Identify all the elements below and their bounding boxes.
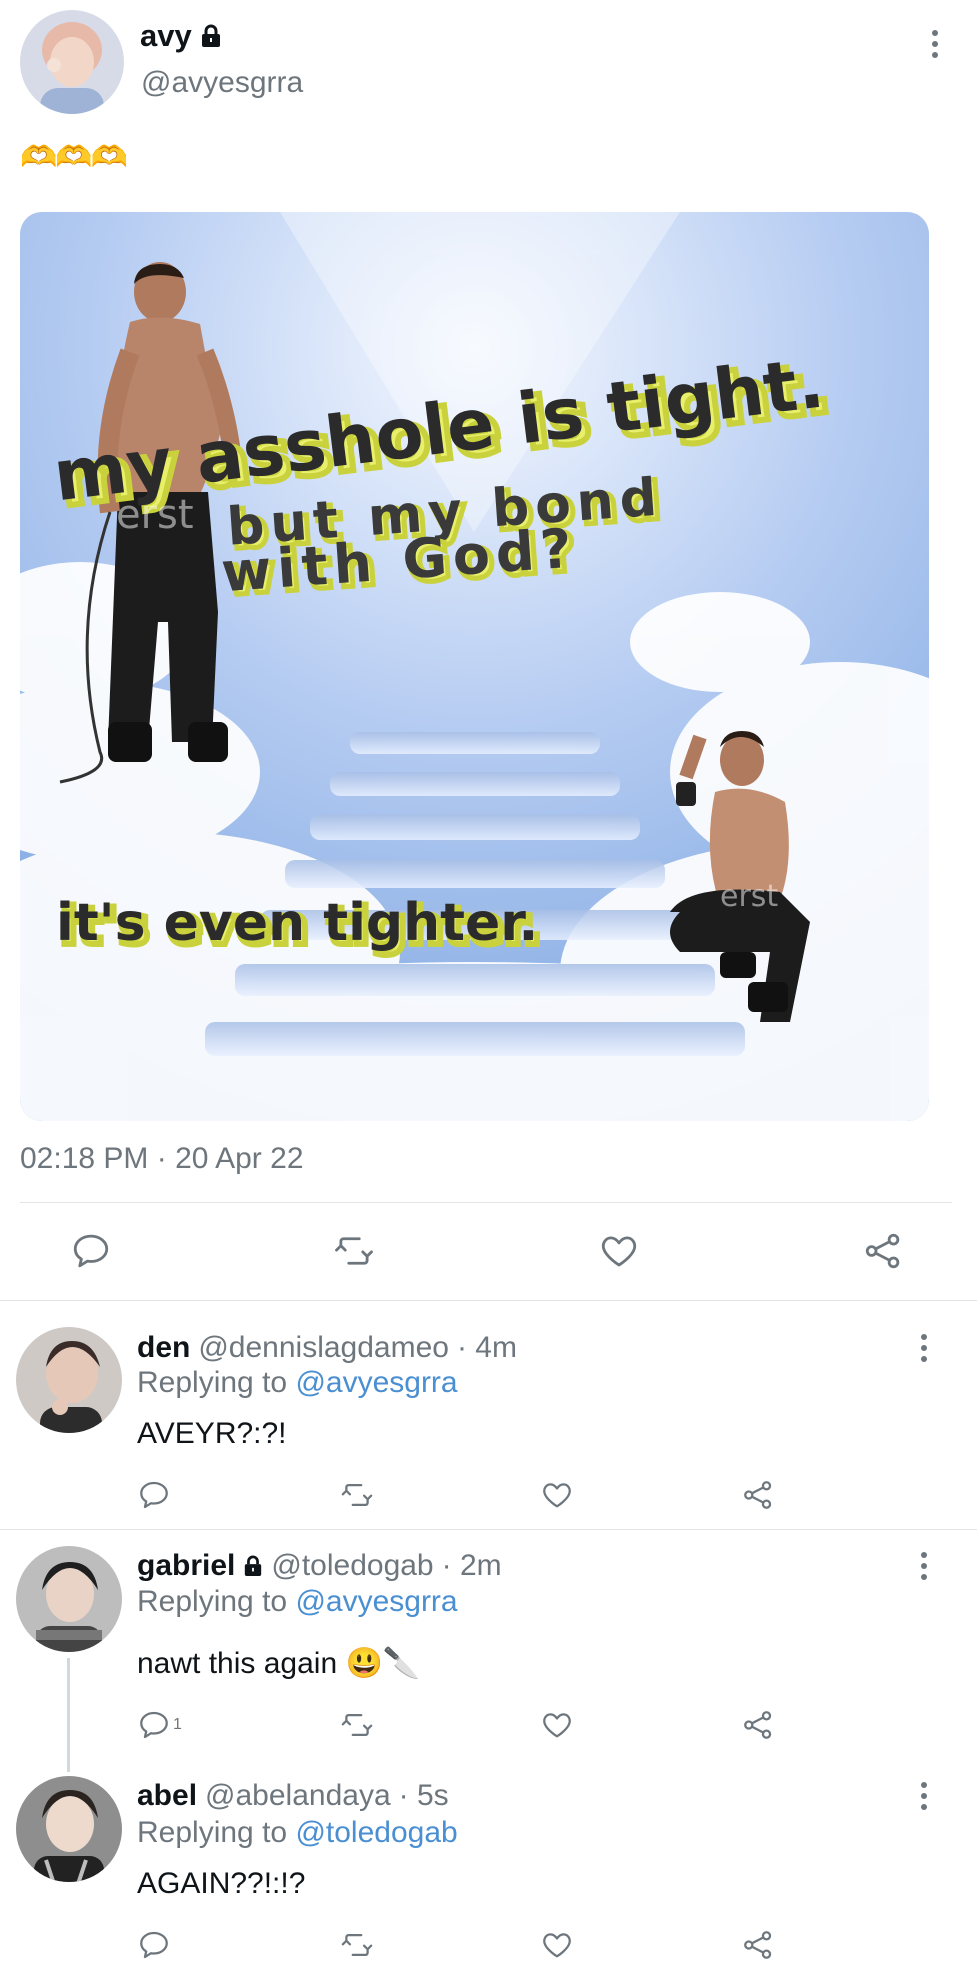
share-icon[interactable] [741, 1478, 775, 1512]
reply-icon[interactable] [70, 1230, 112, 1272]
author-display-name[interactable]: avy [140, 18, 192, 54]
reply-display-name[interactable]: gabriel [137, 1549, 235, 1583]
replying-to-link[interactable]: @avyesgrra [295, 1585, 457, 1618]
reply-handle[interactable]: @abelandaya [205, 1779, 391, 1813]
tweet-text: 🫶🫶🫶 [20, 141, 128, 174]
like-icon[interactable] [540, 1478, 574, 1512]
thread-line [67, 1658, 70, 1772]
tweet-image[interactable]: my asshole is tight. my asshole is tight… [20, 212, 929, 1121]
replying-to-link[interactable]: @avyesgrra [295, 1366, 457, 1399]
divider [20, 1202, 952, 1203]
retweet-icon[interactable] [339, 1708, 375, 1742]
more-icon[interactable] [925, 24, 945, 64]
reply-avatar[interactable] [16, 1776, 122, 1882]
reply-time: · 4m [456, 1331, 517, 1364]
replying-to: Replying to @toledogab [137, 1816, 458, 1850]
reply-display-name[interactable]: den [137, 1331, 190, 1365]
reply-text: AGAIN??!:!? [137, 1867, 306, 1900]
reply-avatar[interactable] [16, 1546, 122, 1652]
retweet-icon[interactable] [339, 1478, 375, 1512]
author-avatar[interactable] [20, 10, 124, 114]
share-icon[interactable] [741, 1928, 775, 1962]
more-icon[interactable] [914, 1546, 934, 1586]
share-icon[interactable] [741, 1708, 775, 1742]
lock-icon [200, 24, 222, 48]
tweet-timestamp: 02:18 PM · 20 Apr 22 [20, 1142, 304, 1175]
more-icon[interactable] [914, 1328, 934, 1368]
reply-display-name[interactable]: abel [137, 1779, 197, 1813]
replying-to: Replying to @avyesgrra [137, 1585, 458, 1619]
reply-avatar[interactable] [16, 1327, 122, 1433]
replying-prefix: Replying to [137, 1585, 288, 1618]
replying-to: Replying to @avyesgrra [137, 1366, 458, 1400]
svg-text:it's even tighter.: it's even tighter. [56, 893, 538, 953]
like-icon[interactable] [540, 1708, 574, 1742]
replying-to-link[interactable]: @toledogab [295, 1816, 457, 1849]
reply-handle[interactable]: @dennislagdameo [198, 1331, 449, 1365]
reply-time: · 5s [398, 1779, 449, 1812]
reply-handle[interactable]: @toledogab [271, 1549, 433, 1583]
reply-time: · 2m [441, 1549, 502, 1582]
replying-prefix: Replying to [137, 1366, 288, 1399]
svg-text:erst: erst [116, 492, 194, 538]
section-divider [0, 1529, 977, 1530]
reply-text: AVEYR?:?! [137, 1417, 287, 1450]
reply-text: nawt this again 😃🔪 [137, 1647, 421, 1680]
share-icon[interactable] [862, 1230, 904, 1272]
retweet-icon[interactable] [332, 1230, 376, 1272]
like-icon[interactable] [598, 1230, 640, 1272]
lock-icon [243, 1555, 263, 1577]
reply-count: 1 [173, 1716, 182, 1733]
retweet-icon[interactable] [339, 1928, 375, 1962]
like-icon[interactable] [540, 1928, 574, 1962]
reply-icon[interactable]: 1 [137, 1708, 182, 1742]
more-icon[interactable] [914, 1776, 934, 1816]
replying-prefix: Replying to [137, 1816, 288, 1849]
author-handle[interactable]: @avyesgrra [141, 66, 303, 100]
reply-icon[interactable] [137, 1928, 173, 1962]
section-divider [0, 1300, 977, 1301]
reply-icon[interactable] [137, 1478, 173, 1512]
svg-text:erst: erst [720, 879, 778, 914]
